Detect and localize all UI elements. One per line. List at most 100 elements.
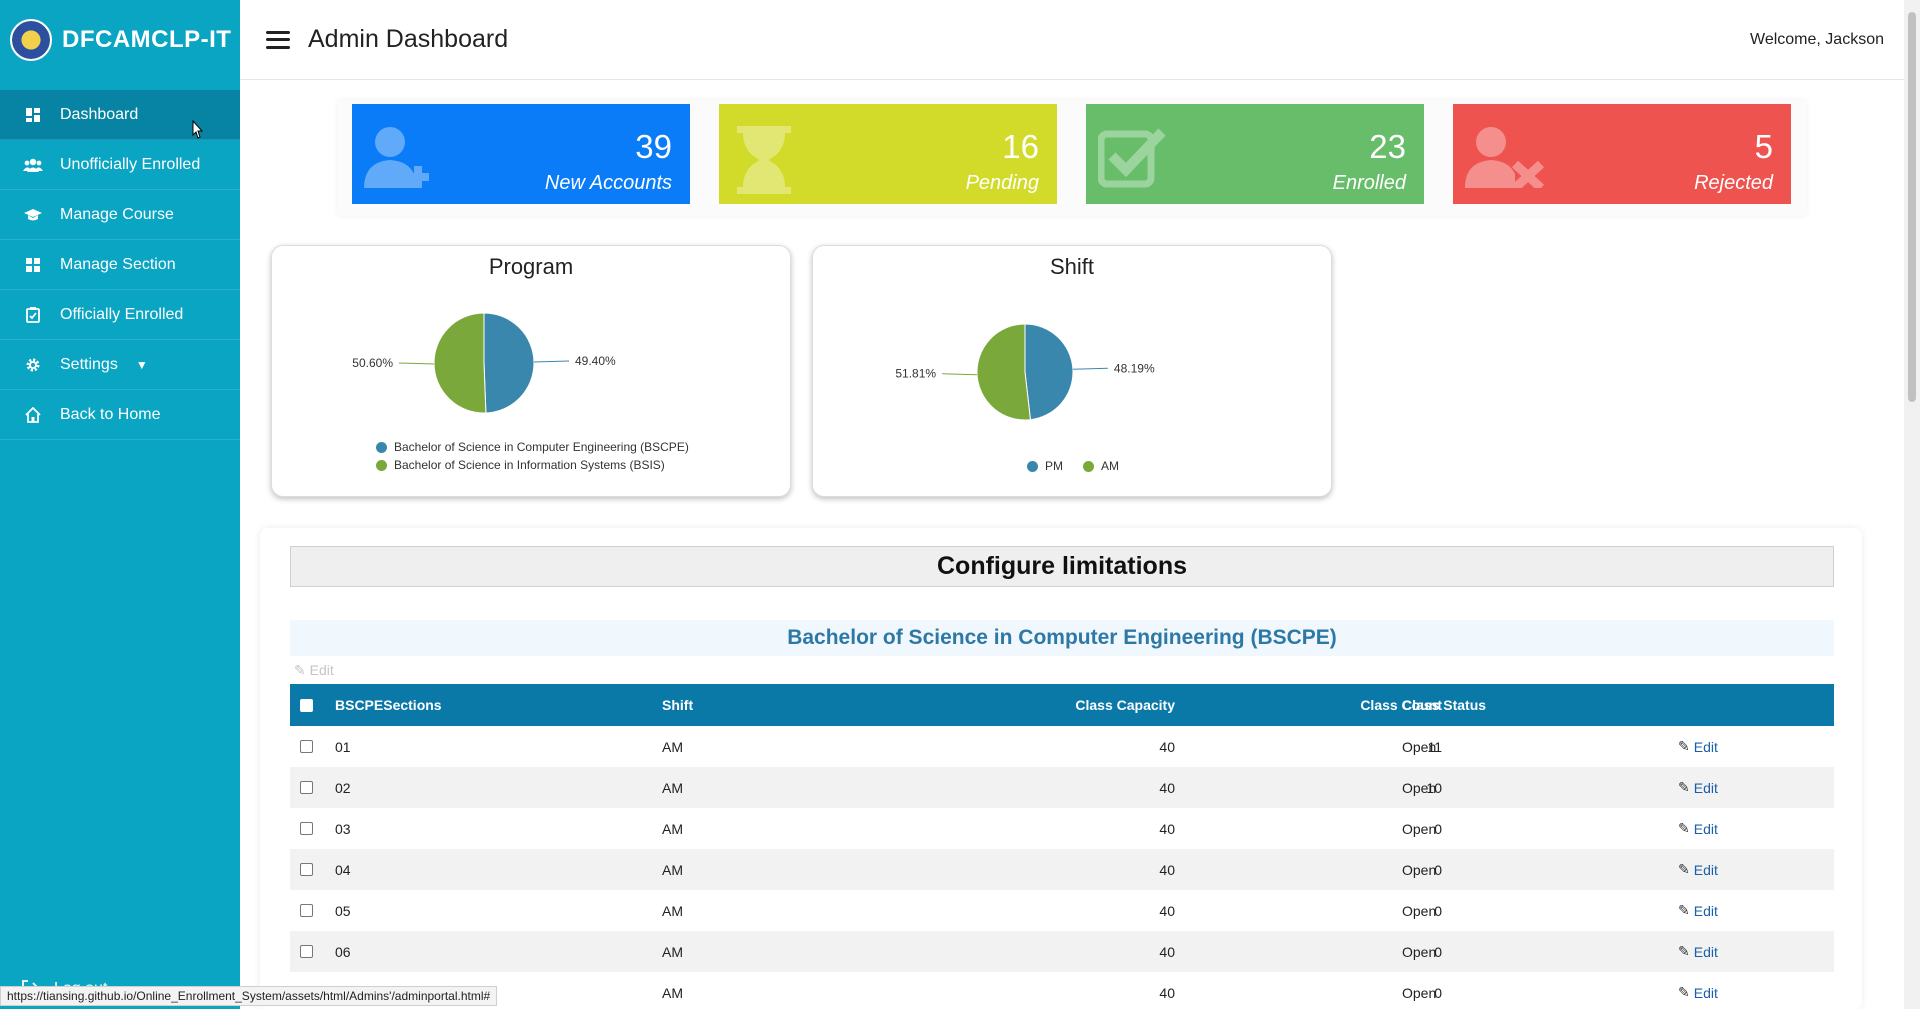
edit-label: Edit — [1693, 820, 1718, 837]
slice-data-label: 49.40% — [575, 354, 616, 368]
legend-swatch — [376, 441, 387, 453]
cell-shift: AM — [662, 820, 683, 837]
legend-swatch — [376, 459, 387, 471]
edit-row-button[interactable]: ✎ Edit — [1678, 779, 1718, 796]
chart-legend: Bachelor of Science in Computer Engineer… — [376, 438, 689, 474]
chart-legend: PM AM — [1027, 457, 1119, 475]
pencil-icon: ✎ — [1678, 902, 1690, 918]
slice-data-label: 50.60% — [352, 356, 393, 370]
check-square-icon — [1097, 126, 1168, 193]
legend-label: PM — [1045, 459, 1063, 473]
new-accounts-card[interactable]: 39 New Accounts — [352, 104, 690, 204]
slice-leader-line — [533, 360, 570, 363]
card-value: 5 — [1754, 128, 1773, 165]
rejected-card[interactable]: 5 Rejected — [1453, 104, 1791, 204]
row-checkbox[interactable] — [300, 822, 313, 835]
select-all-checkbox[interactable] — [300, 698, 313, 712]
row-checkbox[interactable] — [300, 904, 313, 917]
pending-card[interactable]: 16 Pending — [719, 104, 1057, 204]
slice-leader-line — [1072, 367, 1108, 370]
row-checkbox[interactable] — [300, 863, 313, 876]
table-body: 01 AM 40 11 Open ✎ Edit 02 AM 40 10 Open ✎ Edit 03 AM 40… — [290, 726, 1834, 1009]
edit-row-button[interactable]: ✎ Edit — [1678, 984, 1718, 1001]
legend-item[interactable]: AM — [1083, 457, 1119, 475]
sections-table: BSCPESections Shift Class Capacity Class… — [290, 684, 1834, 1009]
cell-capacity: 40 — [1159, 902, 1175, 919]
table-row: 01 AM 40 11 Open ✎ Edit — [290, 726, 1834, 767]
pencil-icon: ✎ — [1678, 984, 1690, 1000]
row-checkbox[interactable] — [300, 945, 313, 958]
sidebar-item-manage-course[interactable]: Manage Course — [0, 190, 240, 240]
sidebar-item-label: Officially Enrolled — [60, 305, 184, 323]
pencil-icon: ✎ — [1678, 820, 1690, 836]
sidebar-item-dashboard[interactable]: Dashboard — [0, 90, 240, 140]
cell-section: 02 — [335, 779, 351, 796]
pencil-icon: ✎ — [294, 662, 306, 678]
table-row: 04 AM 40 0 Open ✎ Edit — [290, 849, 1834, 890]
pie-slice[interactable] — [976, 323, 1032, 421]
legend-item[interactable]: Bachelor of Science in Information Syste… — [376, 456, 689, 474]
welcome-text: Welcome, Jackson — [1750, 30, 1884, 48]
cell-capacity: 40 — [1159, 861, 1175, 878]
table-row: AM 40 0 Open ✎ Edit — [290, 972, 1834, 1009]
cell-section: 06 — [335, 943, 351, 960]
edit-row-button[interactable]: ✎ Edit — [1678, 861, 1718, 878]
legend-item[interactable]: PM — [1027, 457, 1063, 475]
dashboard-icon — [22, 104, 44, 126]
enrolled-card[interactable]: 23 Enrolled — [1086, 104, 1424, 204]
configure-limitations-panel: Configure limitations Bachelor of Scienc… — [260, 528, 1862, 1009]
chevron-down-icon[interactable]: ▼ — [136, 358, 148, 372]
slice-leader-line — [942, 373, 978, 376]
sidebar-item-back-to-home[interactable]: Back to Home — [0, 390, 240, 440]
edit-row-button[interactable]: ✎ Edit — [1678, 820, 1718, 837]
pie-slice[interactable] — [483, 312, 535, 414]
program-heading: Bachelor of Science in Computer Engineer… — [290, 620, 1834, 656]
edit-row-button[interactable]: ✎ Edit — [1678, 738, 1718, 755]
column-header-section: BSCPESections — [335, 697, 442, 713]
home-icon — [22, 404, 44, 426]
row-checkbox[interactable] — [300, 781, 313, 794]
legend-label: Bachelor of Science in Information Syste… — [394, 458, 665, 472]
scrollbar-thumb[interactable] — [1908, 12, 1916, 402]
cell-shift: AM — [662, 738, 683, 755]
edit-label: Edit — [309, 662, 334, 678]
hamburger-menu-icon[interactable] — [266, 30, 290, 49]
sidebar-item-label: Dashboard — [60, 105, 139, 123]
card-label: Enrolled — [1332, 172, 1406, 194]
shift-chart-panel: Shift 48.19% 51.81% PM AM — [812, 245, 1332, 497]
cell-capacity: 40 — [1159, 984, 1175, 1001]
user-plus-icon — [364, 126, 444, 193]
slice-leader-line — [398, 362, 435, 365]
cell-section: 01 — [335, 738, 351, 755]
sidebar-item-settings[interactable]: Settings ▼ — [0, 340, 240, 390]
legend-label: Bachelor of Science in Computer Engineer… — [394, 440, 689, 454]
grid-icon — [22, 254, 44, 276]
row-checkbox[interactable] — [300, 740, 313, 753]
sidebar-item-label: Unofficially Enrolled — [60, 155, 201, 173]
legend-swatch — [1083, 460, 1094, 472]
edit-row-button[interactable]: ✎ Edit — [1678, 943, 1718, 960]
cell-shift: AM — [662, 984, 683, 1001]
cell-status: Open — [1402, 779, 1437, 796]
bulk-edit-button[interactable]: ✎ Edit — [294, 662, 334, 679]
cell-status: Open — [1402, 820, 1437, 837]
sidebar-item-label: Manage Section — [60, 255, 176, 273]
sidebar-item-unofficially-enrolled[interactable]: Unofficially Enrolled — [0, 140, 240, 190]
column-header-status: Class Status — [1402, 697, 1487, 713]
card-value: 23 — [1369, 128, 1406, 165]
cell-section: 05 — [335, 902, 351, 919]
slice-data-label: 51.81% — [895, 367, 936, 381]
pie-slice[interactable] — [1024, 323, 1074, 421]
legend-item[interactable]: Bachelor of Science in Computer Engineer… — [376, 438, 689, 456]
program-chart-panel: Program 49.40% 50.60% Bachelor of Science… — [271, 245, 791, 497]
mouse-cursor-icon — [192, 120, 204, 139]
sidebar-item-label: Settings — [60, 355, 118, 373]
legend-swatch — [1027, 460, 1038, 472]
page-scrollbar[interactable] — [1904, 0, 1920, 1009]
users-icon — [22, 154, 44, 176]
pie-slice[interactable] — [433, 312, 487, 414]
table-row: 02 AM 40 10 Open ✎ Edit — [290, 767, 1834, 808]
edit-row-button[interactable]: ✎ Edit — [1678, 902, 1718, 919]
sidebar-item-manage-section[interactable]: Manage Section — [0, 240, 240, 290]
sidebar-item-officially-enrolled[interactable]: Officially Enrolled — [0, 290, 240, 340]
